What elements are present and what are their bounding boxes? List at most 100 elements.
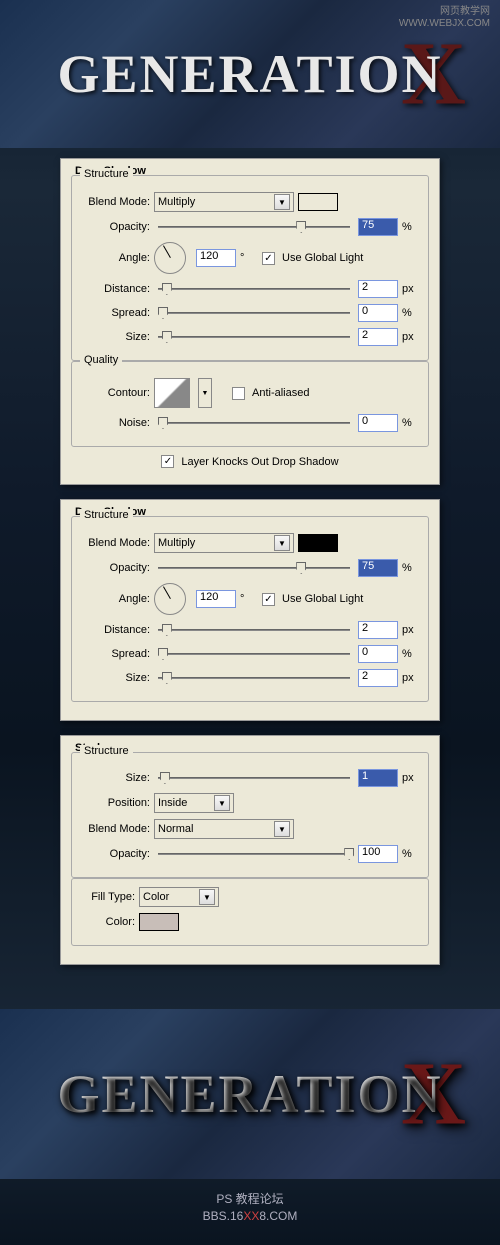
distance-input[interactable]: 2 <box>358 621 398 639</box>
label-opacity: Opacity: <box>80 221 150 233</box>
label-color: Color: <box>80 916 135 928</box>
size-slider[interactable] <box>158 770 350 786</box>
chevron-down-icon: ▼ <box>274 535 290 551</box>
angle-dial[interactable] <box>154 242 186 274</box>
label-distance: Distance: <box>80 283 150 295</box>
credits-line2: BBS.16XX8.COM <box>0 1208 500 1225</box>
unit-pct: % <box>402 562 420 574</box>
unit-pct: % <box>402 221 420 233</box>
panel-stroke: Stroke Structure Size: 1 px Position: In… <box>60 735 440 965</box>
opacity-input[interactable]: 75 <box>358 218 398 236</box>
contour-dropdown[interactable]: ▼ <box>198 378 212 408</box>
noise-slider[interactable] <box>158 415 350 431</box>
chevron-down-icon: ▼ <box>214 795 230 811</box>
hero-top: 网页教学网 WWW.WEBJX.COM X GENERATION <box>0 0 500 148</box>
angle-dial[interactable] <box>154 583 186 615</box>
opacity-input[interactable]: 75 <box>358 559 398 577</box>
group-structure: Structure Blend Mode: Multiply ▼ Opacity… <box>71 516 429 702</box>
anti-aliased-checkbox[interactable] <box>232 387 245 400</box>
size-input[interactable]: 1 <box>358 769 398 787</box>
unit-pct: % <box>402 648 420 660</box>
size-slider[interactable] <box>158 670 350 686</box>
credits-line1: PS 教程论坛 <box>0 1191 500 1208</box>
anti-aliased-label: Anti-aliased <box>252 387 309 399</box>
size-input[interactable]: 2 <box>358 669 398 687</box>
angle-input[interactable]: 120 <box>196 590 236 608</box>
blend-mode-select[interactable]: Normal ▼ <box>154 819 294 839</box>
chevron-down-icon: ▼ <box>274 194 290 210</box>
label-blend-mode: Blend Mode: <box>80 823 150 835</box>
blend-mode-value: Normal <box>158 823 193 835</box>
group-fill: Fill Type: Color ▼ Color: <box>71 878 429 946</box>
position-value: Inside <box>158 797 187 809</box>
label-size: Size: <box>80 672 150 684</box>
blend-color-swatch[interactable] <box>298 534 338 552</box>
unit-px: px <box>402 624 420 636</box>
blend-color-swatch[interactable] <box>298 193 338 211</box>
label-spread: Spread: <box>80 648 150 660</box>
use-global-label: Use Global Light <box>282 593 363 605</box>
stroke-color-swatch[interactable] <box>139 913 179 931</box>
knockout-checkbox[interactable]: ✓ <box>161 455 174 468</box>
blend-mode-select[interactable]: Multiply ▼ <box>154 192 294 212</box>
hero-text: GENERATION <box>57 1063 442 1125</box>
label-blend-mode: Blend Mode: <box>80 196 150 208</box>
group-quality: Quality Contour: ▼ Anti-aliased Noise: 0… <box>71 361 429 447</box>
unit-pct: % <box>402 417 420 429</box>
opacity-slider[interactable] <box>158 846 350 862</box>
label-contour: Contour: <box>80 387 150 399</box>
knockout-label: Layer Knocks Out Drop Shadow <box>181 456 338 468</box>
spread-input[interactable]: 0 <box>358 304 398 322</box>
unit-deg: ° <box>240 252 258 264</box>
unit-px: px <box>402 672 420 684</box>
unit-deg: ° <box>240 593 258 605</box>
label-opacity: Opacity: <box>80 848 150 860</box>
blend-mode-value: Multiply <box>158 196 195 208</box>
use-global-label: Use Global Light <box>282 252 363 264</box>
blend-mode-value: Multiply <box>158 537 195 549</box>
group-title-quality: Quality <box>80 354 122 366</box>
group-structure: Structure Blend Mode: Multiply ▼ Opacity… <box>71 175 429 361</box>
label-angle: Angle: <box>80 593 150 605</box>
group-structure: Structure Size: 1 px Position: Inside ▼ … <box>71 752 429 878</box>
label-opacity: Opacity: <box>80 562 150 574</box>
label-size: Size: <box>80 772 150 784</box>
opacity-input[interactable]: 100 <box>358 845 398 863</box>
opacity-slider[interactable] <box>158 219 350 235</box>
distance-slider[interactable] <box>158 622 350 638</box>
label-spread: Spread: <box>80 307 150 319</box>
spread-slider[interactable] <box>158 646 350 662</box>
group-title-structure: Structure <box>80 509 133 521</box>
unit-pct: % <box>402 848 420 860</box>
label-noise: Noise: <box>80 417 150 429</box>
label-fill-type: Fill Type: <box>80 891 135 903</box>
label-angle: Angle: <box>80 252 150 264</box>
hero-text: GENERATION <box>57 43 442 105</box>
distance-input[interactable]: 2 <box>358 280 398 298</box>
spread-slider[interactable] <box>158 305 350 321</box>
distance-slider[interactable] <box>158 281 350 297</box>
spread-input[interactable]: 0 <box>358 645 398 663</box>
group-title-structure: Structure <box>80 168 133 180</box>
opacity-slider[interactable] <box>158 560 350 576</box>
unit-px: px <box>402 772 420 784</box>
hero-bottom: X GENERATION <box>0 1009 500 1179</box>
contour-preview[interactable] <box>154 378 190 408</box>
size-input[interactable]: 2 <box>358 328 398 346</box>
label-position: Position: <box>80 797 150 809</box>
use-global-checkbox[interactable]: ✓ <box>262 593 275 606</box>
watermark-line1: 网页教学网 <box>399 6 490 18</box>
position-select[interactable]: Inside ▼ <box>154 793 234 813</box>
label-blend-mode: Blend Mode: <box>80 537 150 549</box>
noise-input[interactable]: 0 <box>358 414 398 432</box>
chevron-down-icon: ▼ <box>274 821 290 837</box>
panel-drop-shadow-2: Drop Shadow Structure Blend Mode: Multip… <box>60 499 440 721</box>
credits: PS 教程论坛 BBS.16XX8.COM <box>0 1179 500 1245</box>
chevron-down-icon: ▼ <box>199 889 215 905</box>
unit-px: px <box>402 283 420 295</box>
angle-input[interactable]: 120 <box>196 249 236 267</box>
blend-mode-select[interactable]: Multiply ▼ <box>154 533 294 553</box>
use-global-checkbox[interactable]: ✓ <box>262 252 275 265</box>
size-slider[interactable] <box>158 329 350 345</box>
fill-type-select[interactable]: Color ▼ <box>139 887 219 907</box>
